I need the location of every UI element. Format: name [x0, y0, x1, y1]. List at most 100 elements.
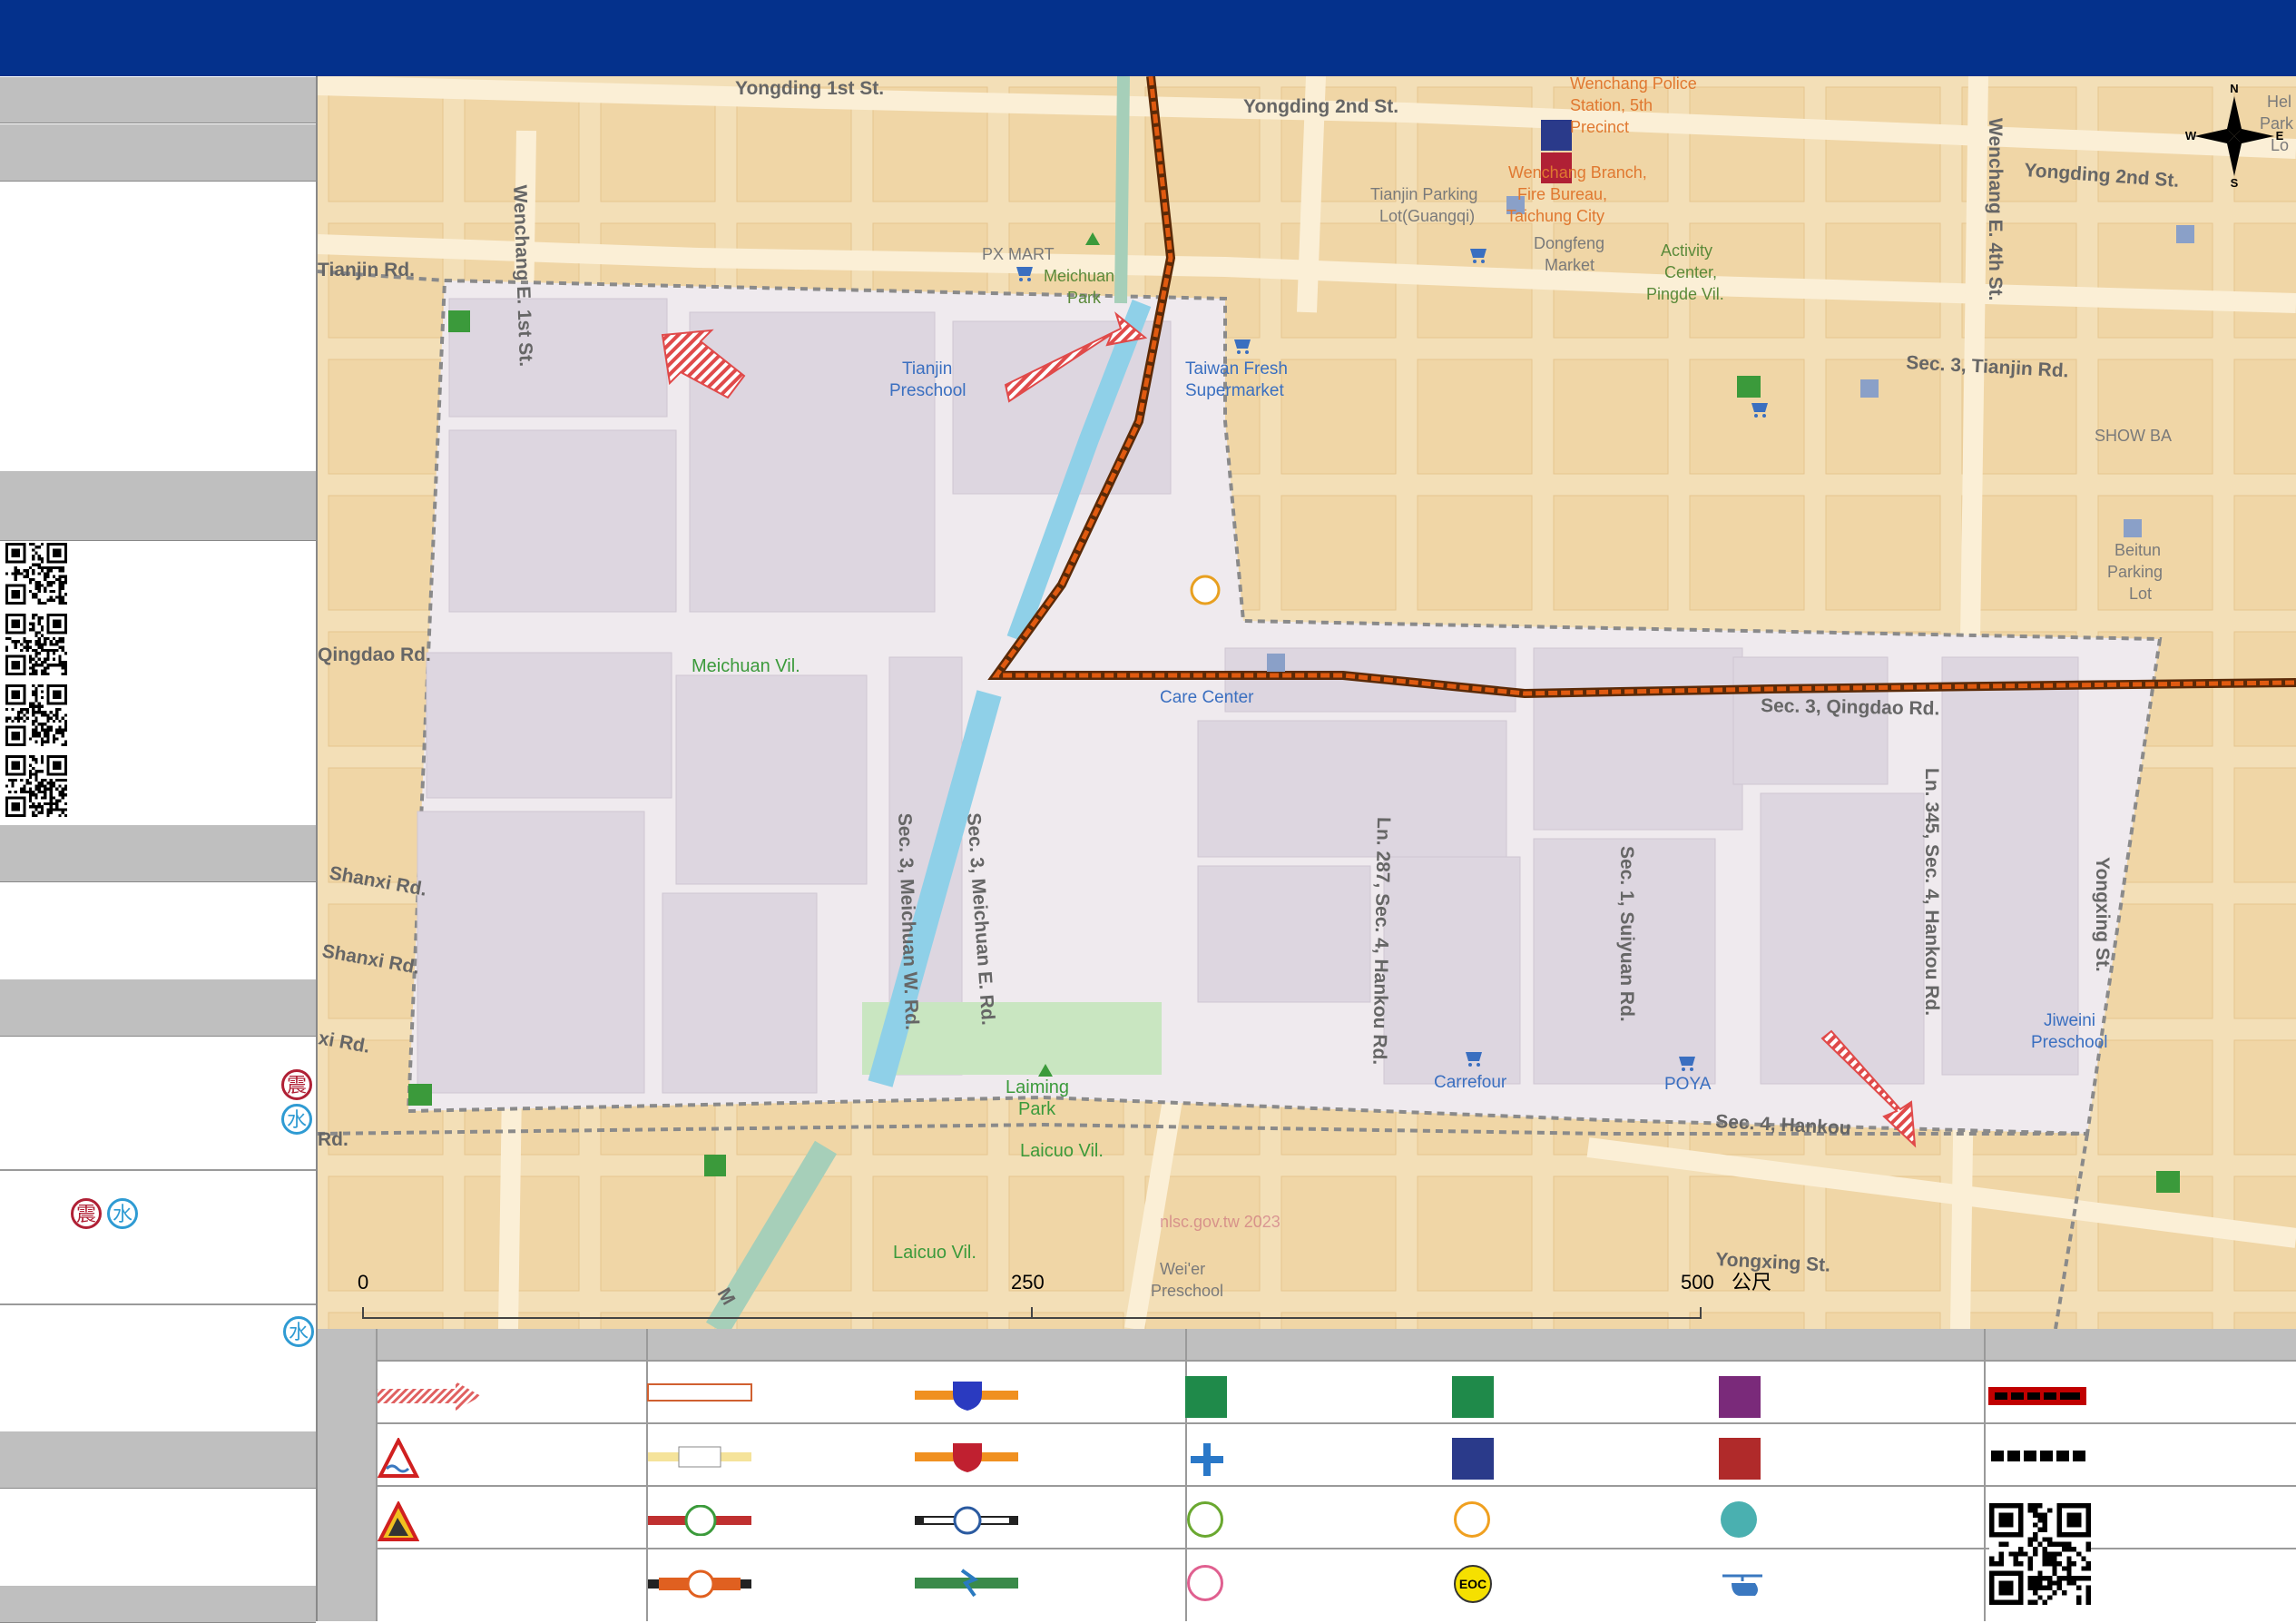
- poi-label: Lo: [2271, 136, 2289, 154]
- sidebar-section-header: [0, 979, 316, 1037]
- poi-label: Wei'er: [1160, 1260, 1205, 1278]
- sidebar-panel: 震 水 震 水 水: [0, 76, 318, 1623]
- village-label: Meichuan Vil.: [692, 656, 800, 676]
- poi-label: Taiwan Fresh: [1185, 359, 1288, 379]
- triangle-warning-icon: [378, 1438, 419, 1478]
- shelter-icon: [1719, 1376, 1761, 1418]
- poi-label: Dongfeng: [1534, 234, 1604, 252]
- landslide-warning-icon: [378, 1501, 419, 1541]
- care-icon: [1721, 1501, 1757, 1538]
- sidebar-section-header: [0, 1431, 316, 1489]
- arrow-icon: [378, 1382, 481, 1411]
- scale-tick-250: 250: [1011, 1271, 1045, 1293]
- bank-icon: [1737, 376, 1761, 398]
- poi-label: Parking: [2107, 563, 2163, 581]
- street-label: Tianjin Rd.: [318, 260, 415, 280]
- sidebar-section-header: [0, 470, 316, 541]
- divider: [0, 1169, 316, 1171]
- street-label: Yongding 1st St.: [735, 78, 884, 99]
- compass-s: S: [2231, 176, 2239, 190]
- elderly-icon: [1454, 1501, 1490, 1538]
- poi-label: Hel: [2267, 93, 2291, 111]
- poi-label: Wenchang Police: [1570, 76, 1697, 93]
- route-icon: [648, 1505, 751, 1536]
- street-label: Wenchang E. 4th St.: [1985, 118, 2006, 300]
- poi-label: Park: [1067, 289, 1102, 307]
- poi-label: Tianjin: [902, 359, 952, 379]
- boundary-line: [1988, 1387, 2086, 1405]
- police-icon: [1452, 1438, 1494, 1480]
- route-icon: [648, 1569, 751, 1598]
- bank-icon: [2156, 1171, 2180, 1193]
- hsr-icon: [915, 1569, 1018, 1598]
- helicopter-icon: [1722, 1574, 1762, 1596]
- shield-icon: [915, 1443, 1018, 1472]
- flood-hazard-icon: 水: [107, 1198, 138, 1229]
- aid-station-icon: [1452, 1376, 1494, 1418]
- scale-unit: 公尺: [1732, 1271, 1771, 1293]
- earthquake-hazard-icon: 震: [71, 1198, 102, 1229]
- flood-hazard-icon: 水: [283, 1316, 314, 1347]
- street-label: Qingdao Rd.: [318, 644, 431, 665]
- poi-label: Precinct: [1570, 118, 1629, 136]
- poi-label: Lot: [2129, 585, 2152, 603]
- qr-code-icon[interactable]: [1989, 1503, 2091, 1605]
- poi-label: Station, 5th: [1570, 96, 1653, 114]
- compass-w: W: [2185, 129, 2197, 143]
- street-label: Sec. 3, Qingdao Rd.: [1761, 695, 1940, 719]
- qr-code-icon[interactable]: [5, 684, 67, 746]
- route-icon: [647, 1383, 752, 1402]
- street-label: Ln. 287, Sec. 4, Hankou Rd.: [1369, 817, 1394, 1065]
- sidebar-section-header: [0, 123, 316, 182]
- sidebar-section-header: [0, 76, 316, 123]
- street-label: Sec. 1, Suiyuan Rd.: [1616, 846, 1637, 1022]
- poi-label: Preschool: [889, 381, 966, 400]
- poi-label: Meichuan: [1044, 267, 1114, 285]
- poi-label: Beitun: [2114, 541, 2161, 559]
- poi-label: Care Center: [1160, 688, 1254, 707]
- poi-label: Wenchang Branch,: [1508, 163, 1647, 182]
- sidebar-section-header: [0, 824, 316, 882]
- poi-label: Market: [1545, 256, 1594, 274]
- poi-label: Laiming: [1006, 1077, 1069, 1097]
- police-icon: [1541, 120, 1572, 151]
- watermark: nlsc.gov.tw 2023: [1160, 1213, 1280, 1231]
- poi-label: Lot(Guangqi): [1379, 207, 1475, 225]
- accessible-icon: [1187, 1501, 1223, 1538]
- street-label: Yongxing St.: [2092, 857, 2113, 972]
- title-bar: [0, 0, 2296, 78]
- poi-label: Taichung City: [1506, 207, 1604, 225]
- eoc-icon: EOC: [1454, 1565, 1492, 1603]
- scale-tick-500: 500: [1681, 1271, 1714, 1293]
- route-icon: [648, 1446, 751, 1468]
- poi-label: Preschool: [1151, 1282, 1223, 1300]
- elderly-icon: [1190, 575, 1221, 605]
- evacuation-icon: [1185, 1376, 1227, 1418]
- qr-code-icon[interactable]: [5, 614, 67, 675]
- poi-label: Activity: [1661, 241, 1712, 260]
- legend-header-row: [376, 1329, 2296, 1360]
- map-view[interactable]: N S E W Yongding 1st St. Yongding 2nd St…: [318, 76, 2296, 1329]
- sidebar-section-header: [0, 1585, 316, 1623]
- poi-label: Carrefour: [1434, 1073, 1507, 1092]
- child-care-icon: [1187, 1565, 1223, 1601]
- qr-code-icon[interactable]: [5, 755, 67, 817]
- legend-side-header: [318, 1329, 376, 1621]
- shield-icon: [915, 1382, 1018, 1411]
- legend-panel: EOC: [318, 1329, 2296, 1621]
- street-label: Yongding 2nd St.: [1243, 96, 1398, 117]
- street-label: Rd.: [318, 1129, 348, 1150]
- convenience-store-icon: [704, 1155, 726, 1176]
- poi-label: Park: [1018, 1099, 1056, 1119]
- bank-icon: [408, 1084, 432, 1106]
- flood-hazard-icon: 水: [281, 1104, 312, 1135]
- poi-label: Preschool: [2031, 1033, 2108, 1052]
- qr-code-icon[interactable]: [5, 543, 67, 605]
- compass-n: N: [2230, 82, 2238, 95]
- poi-label: POYA: [1664, 1075, 1712, 1094]
- poi-label: Fire Bureau,: [1517, 185, 1607, 203]
- poi-label: Supermarket: [1185, 381, 1284, 400]
- scale-tick-0: 0: [358, 1271, 368, 1293]
- earthquake-hazard-icon: 震: [281, 1069, 312, 1100]
- poi-label: SHOW BA: [2095, 427, 2172, 445]
